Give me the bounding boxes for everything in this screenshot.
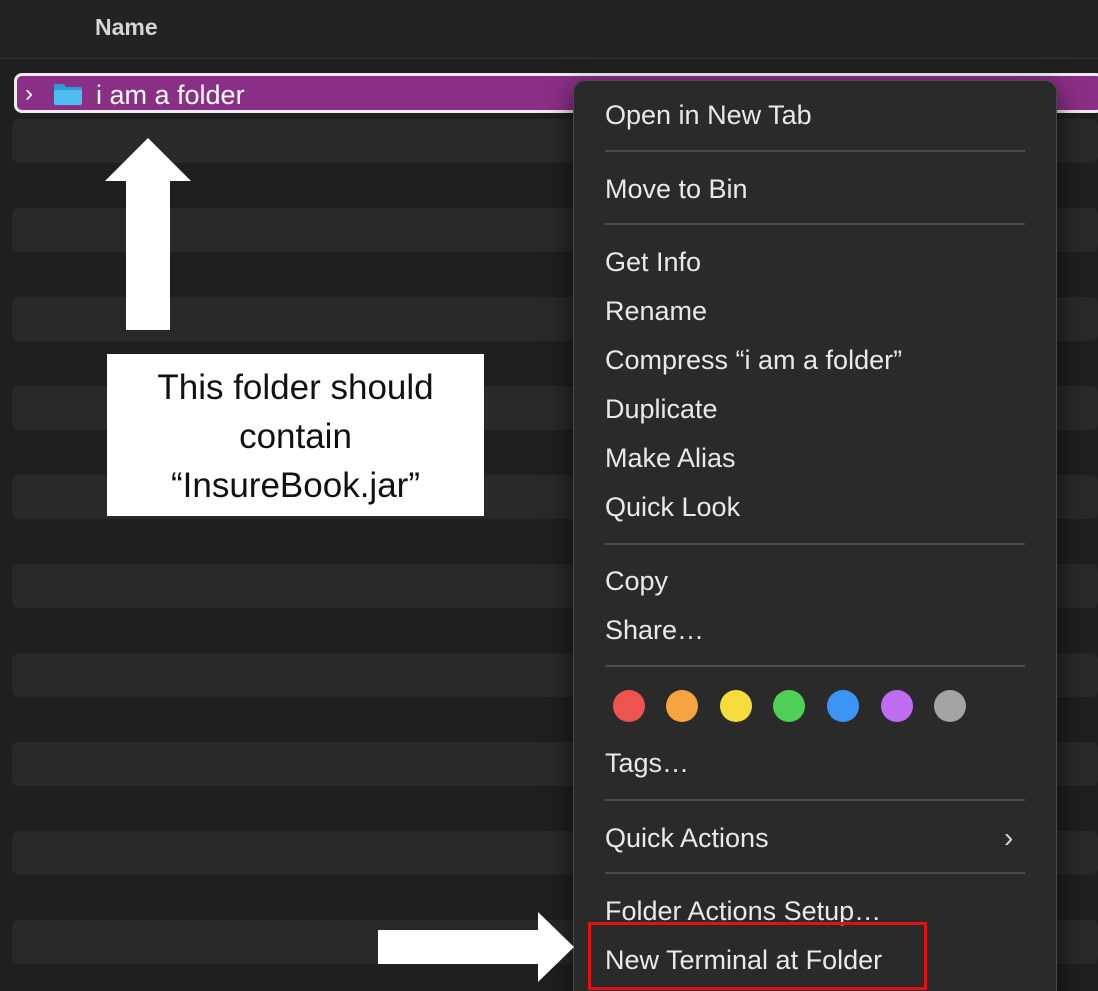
tag-red-icon[interactable] (613, 690, 645, 722)
menu-item-quick-actions[interactable]: Quick Actions (605, 821, 769, 855)
menu-item-compress[interactable]: Compress “i am a folder” (605, 343, 902, 377)
tag-orange-icon[interactable] (666, 690, 698, 722)
menu-item-tags[interactable]: Tags… (605, 746, 689, 780)
tag-gray-icon[interactable] (934, 690, 966, 722)
menu-item-get-info[interactable]: Get Info (605, 245, 701, 279)
up-arrow-icon (105, 138, 191, 330)
chevron-right-icon: › (1004, 822, 1014, 853)
menu-separator (605, 543, 1025, 545)
menu-separator (605, 799, 1025, 801)
menu-item-move-to-bin[interactable]: Move to Bin (605, 172, 748, 206)
menu-item-open-in-new-tab[interactable]: Open in New Tab (605, 98, 812, 132)
folder-icon (54, 84, 82, 105)
tag-blue-icon[interactable] (827, 690, 859, 722)
menu-item-make-alias[interactable]: Make Alias (605, 441, 736, 475)
column-header-bar: Name (0, 0, 1098, 59)
menu-item-rename[interactable]: Rename (605, 294, 707, 328)
instruction-callout: This folder should contain “InsureBook.j… (107, 354, 484, 516)
highlight-box (588, 922, 927, 990)
tag-green-icon[interactable] (773, 690, 805, 722)
menu-separator (605, 223, 1025, 225)
right-arrow-icon (378, 912, 574, 982)
menu-item-quick-look[interactable]: Quick Look (605, 490, 740, 524)
callout-line: “InsureBook.jar” (171, 466, 420, 505)
folder-name-label: i am a folder (96, 80, 245, 110)
callout-line: contain (239, 417, 352, 456)
menu-item-share[interactable]: Share… (605, 613, 704, 647)
menu-separator (605, 150, 1025, 152)
context-menu: Open in New Tab Move to Bin Get Info Ren… (573, 80, 1057, 991)
finder-window: Name › i am a folder This folder should … (0, 0, 1098, 991)
tag-yellow-icon[interactable] (720, 690, 752, 722)
name-column-header[interactable]: Name (95, 14, 158, 41)
menu-separator (605, 872, 1025, 874)
menu-item-duplicate[interactable]: Duplicate (605, 392, 718, 426)
menu-separator (605, 665, 1025, 667)
callout-line: This folder should (157, 368, 434, 407)
menu-item-copy[interactable]: Copy (605, 564, 668, 598)
tag-purple-icon[interactable] (881, 690, 913, 722)
disclosure-chevron-icon[interactable]: › (25, 80, 33, 108)
